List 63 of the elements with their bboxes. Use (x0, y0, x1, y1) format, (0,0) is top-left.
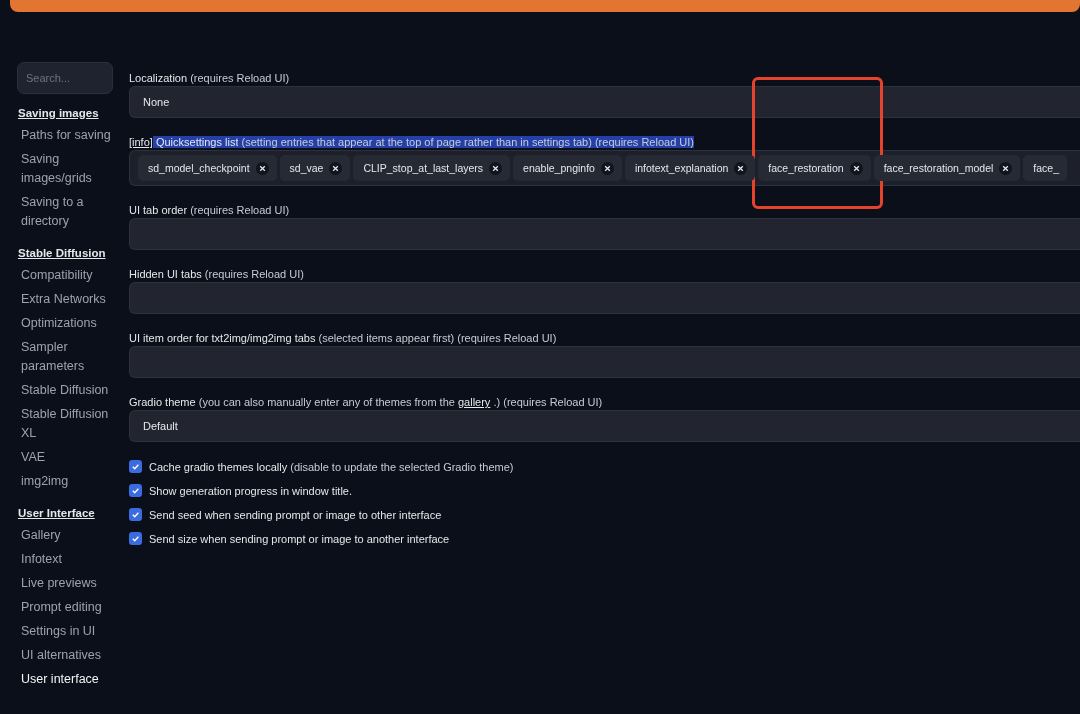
nav-item[interactable]: Stable Diffusion (17, 378, 113, 402)
nav-item[interactable]: Paths for saving (17, 123, 113, 147)
tag-chip[interactable]: CLIP_stop_at_last_layers (353, 155, 511, 181)
section-link[interactable]: User Interface (18, 507, 95, 519)
info-link[interactable]: [info] (129, 136, 153, 148)
nav-item[interactable]: Saving to a directory (17, 190, 113, 233)
remove-icon[interactable] (255, 161, 269, 175)
remove-icon[interactable] (734, 161, 748, 175)
checkbox[interactable] (129, 484, 142, 497)
nav-item[interactable]: Sampler parameters (17, 335, 113, 378)
nav-item[interactable]: User interface (17, 667, 113, 691)
checkbox-label: Cache gradio themes locally (disable to update the selected Gradio theme) (149, 460, 514, 473)
tag-chip[interactable]: face_ (1023, 155, 1068, 181)
setting-label: [info] Quicksettings list (setting entries that appear at the top of page rather than in settings tab) (requires Reload UI) (129, 136, 694, 148)
section-link[interactable]: Saving images (18, 107, 99, 119)
nav-item[interactable]: Stable Diffusion XL (17, 402, 113, 445)
nav-item[interactable]: Gallery (17, 523, 113, 547)
nav-item[interactable]: Optimizations (17, 311, 113, 335)
nav-item[interactable]: Live previews (17, 571, 113, 595)
check-icon (131, 510, 140, 519)
nav-item[interactable]: Infotext (17, 547, 113, 571)
remove-icon[interactable] (600, 161, 614, 175)
dropdown-field[interactable]: Default (129, 410, 1080, 442)
multiselect-field[interactable]: sd_model_checkpoint sd_vae CLIP_stop_at_last_layers enable_pnginfo infotext_explanation face_restoration face_restoration_model face_ (129, 150, 1080, 186)
tag-chip[interactable]: face_restoration_model (873, 155, 1021, 181)
dropdown-field[interactable] (129, 346, 1080, 378)
setting-label: Gradio theme (you can also manually enter any of themes from the gallery .) (requires Reload UI) (129, 396, 603, 408)
checkbox-label: Send seed when sending prompt or image to other interface (149, 508, 442, 521)
setting-label: UI tab order (requires Reload UI) (129, 204, 290, 216)
nav-item[interactable]: VAE (17, 445, 113, 469)
dropdown-field[interactable] (129, 218, 1080, 250)
checkbox-label: Show generation progress in window title. (149, 484, 352, 497)
check-icon (131, 462, 140, 471)
remove-icon[interactable] (489, 161, 503, 175)
tag-chip[interactable]: infotext_explanation (624, 155, 756, 181)
tag-chip[interactable]: enable_pnginfo (513, 155, 622, 181)
section-link[interactable]: Stable Diffusion (18, 247, 106, 259)
nav-item[interactable]: Extra Networks (17, 287, 113, 311)
nav-item[interactable]: Settings in UI (17, 619, 113, 643)
nav-item[interactable]: UI alternatives (17, 643, 113, 667)
dropdown-field[interactable]: None (129, 86, 1080, 118)
nav-item[interactable]: Saving images/grids (17, 147, 113, 190)
remove-icon[interactable] (849, 161, 863, 175)
setting-label: Hidden UI tabs (requires Reload UI) (129, 268, 304, 280)
check-icon (131, 534, 140, 543)
remove-icon[interactable] (999, 161, 1013, 175)
checkbox[interactable] (129, 532, 142, 545)
tag-chip[interactable]: face_restoration (758, 155, 871, 181)
tag-chip[interactable]: sd_vae (279, 155, 351, 181)
setting-label: UI item order for txt2img/img2img tabs (selected items appear first) (requires Reload UI) (129, 332, 557, 344)
remove-icon[interactable] (329, 161, 343, 175)
checkbox[interactable] (129, 508, 142, 521)
search-field[interactable]: Search... (17, 62, 113, 94)
checkbox-label: Send size when sending prompt or image to another interface (149, 532, 450, 545)
dropdown-field[interactable] (129, 282, 1080, 314)
nav-item[interactable]: Prompt editing (17, 595, 113, 619)
nav-item[interactable]: Compatibility (17, 263, 113, 287)
tag-chip[interactable]: sd_model_checkpoint (138, 155, 277, 181)
info-link[interactable]: gallery (457, 396, 491, 408)
setting-label: Localization (requires Reload UI) (129, 72, 290, 84)
checkbox[interactable] (129, 460, 142, 473)
nav-item[interactable]: img2img (17, 469, 113, 493)
check-icon (131, 486, 140, 495)
